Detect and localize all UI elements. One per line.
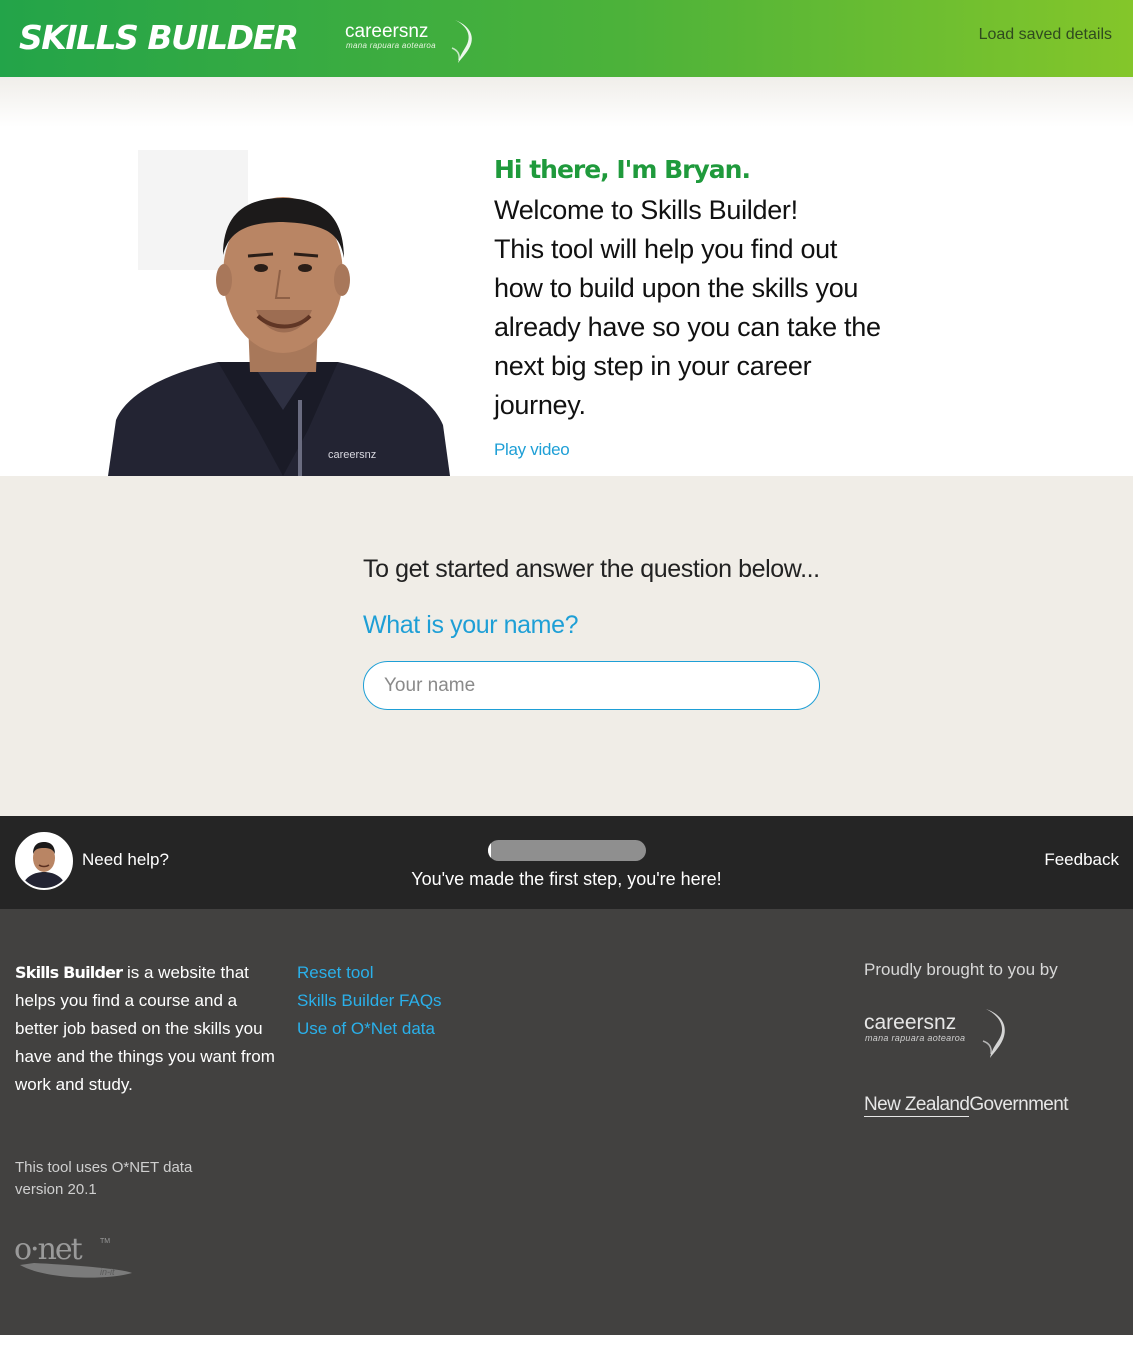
need-help-link[interactable]: Need help? — [82, 850, 169, 870]
careersnz-logo-word: careersnz — [345, 21, 429, 42]
onet-version-note: This tool uses O*NET data version 20.1 — [15, 1159, 193, 1198]
about-text: Skills Builder is a website that helps y… — [15, 959, 277, 1099]
welcome-line: This tool will help you find out — [494, 234, 838, 264]
careersnz-swoosh-icon — [451, 20, 472, 63]
reset-tool-link[interactable]: Reset tool — [297, 959, 442, 987]
proudly-brought-text: Proudly brought to you by — [864, 960, 1058, 979]
careersnz-logo-tagline: mana rapuara aotearoa — [346, 41, 436, 50]
load-saved-details-link[interactable]: Load saved details — [979, 25, 1112, 45]
footer-careersnz-tagline: mana rapuara aotearoa — [865, 1033, 966, 1043]
name-input[interactable] — [363, 661, 820, 710]
welcome-text: Welcome to Skills Builder! This tool wil… — [494, 191, 934, 425]
careersnz-logo[interactable]: careersnz mana rapuara aotearoa — [345, 18, 475, 64]
about-brand: Skills Builder — [15, 963, 123, 982]
site-footer: Skills Builder is a website that helps y… — [0, 909, 1133, 1335]
get-started-prompt: To get started answer the question below… — [363, 555, 820, 583]
svg-text:TM: TM — [100, 1238, 110, 1245]
welcome-line: next big step in your career — [494, 351, 812, 381]
nz-government-logo[interactable]: New ZealandGovernment — [864, 1093, 1069, 1117]
careersnz-swoosh-icon — [982, 1009, 1005, 1058]
progress-message: You've made the first step, you're here! — [411, 869, 722, 889]
nzgov-nz-text: New Zealand — [864, 1094, 970, 1117]
name-question-label: What is your name? — [363, 611, 579, 639]
progress-fill — [488, 840, 492, 861]
bryan-portrait: careersnz — [108, 140, 458, 476]
welcome-line: already have so you can take the — [494, 312, 881, 342]
footer-careersnz-logo[interactable]: careersnz mana rapuara aotearoa — [864, 1009, 1009, 1059]
progress-track — [488, 840, 646, 861]
skills-builder-logo[interactable]: SKILLS BUILDER — [19, 16, 299, 60]
faqs-link[interactable]: Skills Builder FAQs — [297, 987, 442, 1015]
name-question-section: To get started answer the question below… — [0, 476, 1133, 816]
feedback-link[interactable]: Feedback — [1044, 850, 1119, 870]
footer-links: Reset tool Skills Builder FAQs Use of O*… — [297, 959, 442, 1043]
nzgov-gov-text: Government — [969, 1094, 1068, 1115]
onet-logo-text: o·net — [14, 1232, 83, 1267]
header-fade — [0, 77, 1133, 127]
footer-careersnz-word: careersnz — [864, 1011, 957, 1034]
greeting-heading: Hi there, I'm Bryan. — [494, 155, 751, 184]
welcome-line: Welcome to Skills Builder! — [494, 195, 798, 225]
site-header: SKILLS BUILDER careersnz mana rapuara ao… — [0, 0, 1133, 77]
onet-tagline-text: in-it — [100, 1267, 115, 1277]
onet-logo-icon: o·net TM in-it — [14, 1232, 132, 1278]
hero-intro: Hi there, I'm Bryan. Welcome to Skills B… — [494, 153, 934, 461]
onet-data-link[interactable]: Use of O*Net data — [297, 1015, 442, 1043]
svg-text:careersnz: careersnz — [328, 449, 376, 461]
welcome-line: journey. — [494, 390, 586, 420]
play-video-link[interactable]: Play video — [494, 439, 570, 461]
onet-logo[interactable]: o·net TM in-it — [14, 1229, 139, 1284]
welcome-line: how to build upon the skills you — [494, 273, 859, 303]
progress-footer-bar: Need help? You've made the first step, y… — [0, 816, 1133, 909]
about-description: is a website that helps you find a cours… — [15, 963, 275, 1094]
